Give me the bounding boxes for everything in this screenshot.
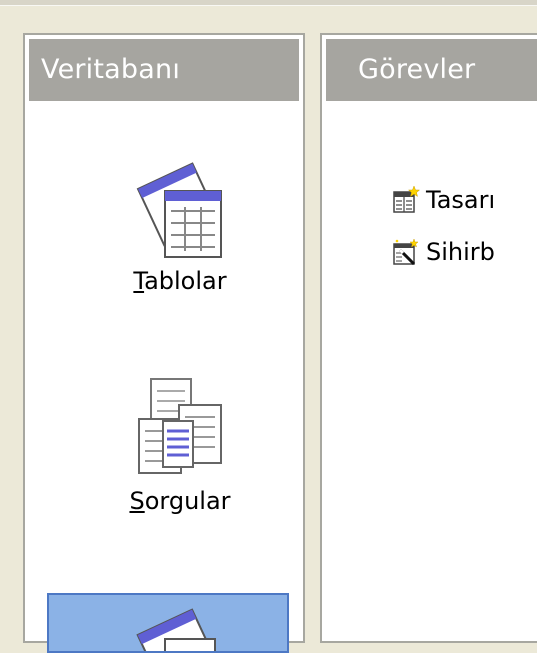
forms-icon (136, 608, 216, 651)
window-top-edge (0, 0, 537, 6)
task-design-label: Tasarı (426, 186, 496, 214)
tables-icon (136, 162, 222, 258)
category-queries[interactable]: Sorgular (65, 375, 295, 515)
design-view-icon (393, 186, 420, 213)
category-forms[interactable] (47, 593, 289, 653)
task-wizard-label: Sihirb (426, 238, 495, 266)
tasks-panel: Görevler Tasarı Sihirb (320, 33, 537, 643)
wizard-icon (393, 238, 419, 266)
task-use-wizard[interactable]: Sihirb (392, 237, 495, 267)
tasks-panel-title: Görevler (326, 39, 537, 101)
category-tables[interactable]: Tablolar (65, 153, 295, 295)
category-tables-label: Tablolar (133, 267, 227, 295)
database-panel: Veritabanı Tablolar Sorgular (23, 33, 305, 653)
task-create-in-design-view[interactable]: Tasarı (392, 185, 495, 215)
queries-icon (138, 378, 222, 474)
database-panel-title: Veritabanı (29, 39, 299, 101)
category-queries-label: Sorgular (129, 487, 231, 515)
